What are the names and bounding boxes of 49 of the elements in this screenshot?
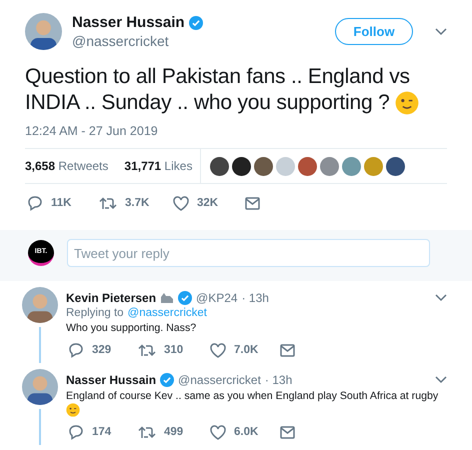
reply-icon[interactable] xyxy=(27,195,43,211)
heart-icon[interactable] xyxy=(210,342,226,358)
envelope-icon[interactable] xyxy=(280,426,295,439)
reply-author-name[interactable]: Nasser Hussain xyxy=(66,373,156,387)
retweet-count: 310 xyxy=(164,344,184,356)
like-count: 6.0K xyxy=(234,426,260,438)
avatar[interactable] xyxy=(22,369,58,405)
tweet-timestamp[interactable]: 12:24 AM - 27 Jun 2019 xyxy=(25,124,447,149)
envelope-icon[interactable] xyxy=(245,196,260,210)
retweet-count: 3.7K xyxy=(125,197,150,209)
engagement-stat[interactable]: 31,771 Likes xyxy=(124,159,192,173)
like-count: 32K xyxy=(197,197,220,209)
retweet-icon[interactable] xyxy=(138,343,156,357)
replying-to-label: Replying to xyxy=(66,307,124,319)
reply-count: 174 xyxy=(92,426,112,438)
reply-age[interactable]: · 13h xyxy=(264,373,292,387)
liker-avatar[interactable] xyxy=(232,156,252,176)
liker-avatar[interactable] xyxy=(386,156,406,176)
reply-count: 329 xyxy=(92,344,112,356)
reply-age[interactable]: · 13h xyxy=(242,291,269,305)
reply-text: England of course Kev .. same as you when England play South Africa at rugby xyxy=(66,389,447,418)
reply-count: 11K xyxy=(51,197,72,209)
mention-link[interactable]: @nassercricket xyxy=(128,307,207,319)
reply-icon[interactable] xyxy=(68,342,84,358)
retweet-icon[interactable] xyxy=(138,425,156,440)
heart-icon[interactable] xyxy=(210,424,226,440)
reply-text: Who you supporting. Nass? xyxy=(66,321,198,335)
reply-icon[interactable] xyxy=(68,424,84,440)
reply-author-handle[interactable]: @KP24 xyxy=(196,291,238,305)
chevron-down-icon[interactable] xyxy=(435,376,447,384)
liker-avatar[interactable] xyxy=(210,156,230,176)
author-name[interactable]: Nasser Hussain xyxy=(72,14,185,31)
envelope-icon[interactable] xyxy=(280,344,295,356)
reply-author-handle[interactable]: @nassercricket xyxy=(178,373,261,387)
avatar[interactable] xyxy=(25,13,62,50)
reply-author-name[interactable]: Kevin Pietersen xyxy=(66,291,156,305)
heart-icon[interactable] xyxy=(173,196,189,210)
tweet-text: Question to all Pakistan fans .. England vs INDIA .. Sunday .. who you supporting ? xyxy=(25,64,447,116)
retweet-icon[interactable] xyxy=(99,196,117,210)
reply-input-field[interactable]: Tweet your reply xyxy=(67,239,430,267)
follow-button[interactable]: Follow xyxy=(335,18,413,45)
chevron-down-icon[interactable] xyxy=(435,28,447,36)
like-count: 7.0K xyxy=(234,344,260,356)
chevron-down-icon[interactable] xyxy=(435,294,447,302)
engagement-stat[interactable]: 3,658 Retweets xyxy=(25,159,108,173)
author-handle[interactable]: @nassercricket xyxy=(72,33,325,49)
avatar[interactable] xyxy=(22,287,58,323)
liker-avatar[interactable] xyxy=(254,156,274,176)
retweet-count: 499 xyxy=(164,426,184,438)
